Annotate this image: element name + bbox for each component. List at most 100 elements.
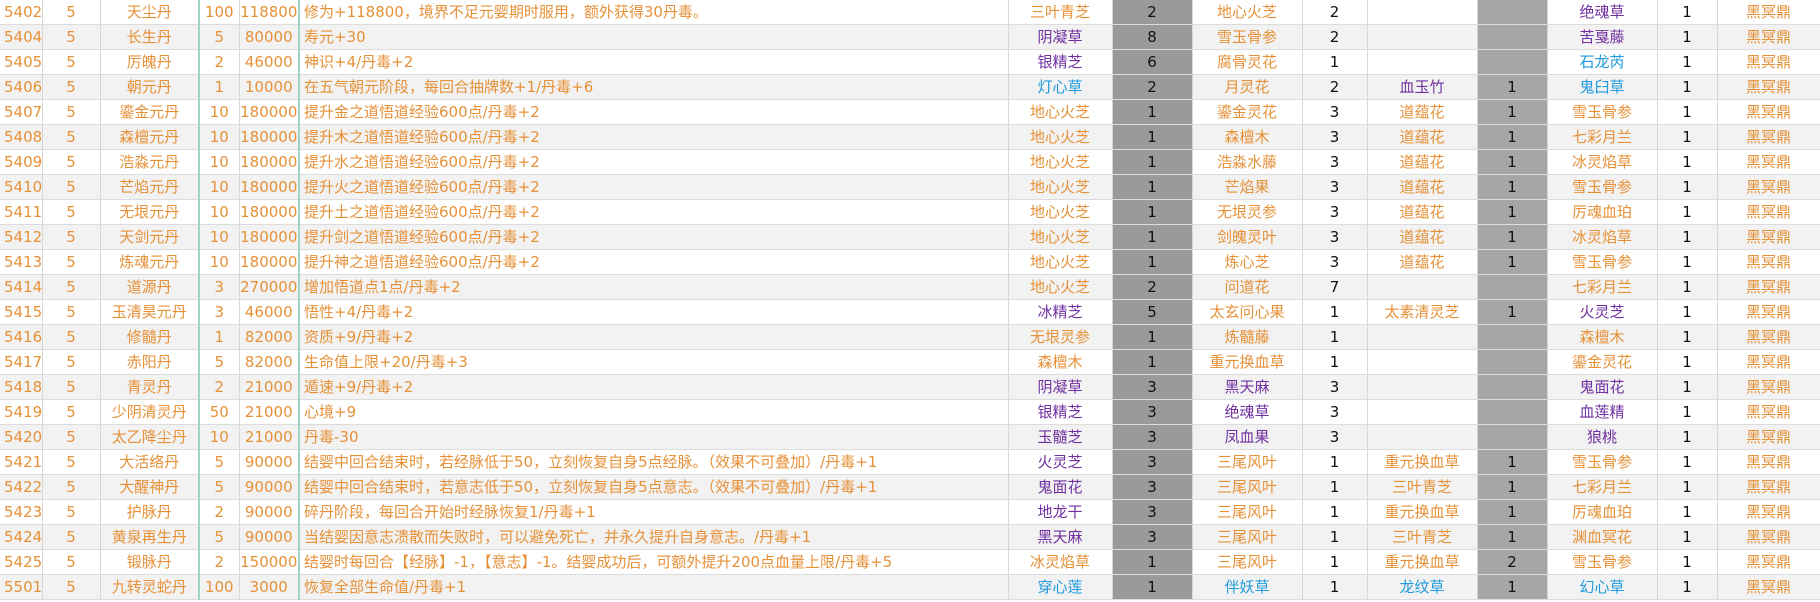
cell-herb-4[interactable]: 厉魂血珀	[1547, 199, 1658, 225]
cell-pill-name[interactable]: 赤阳丹	[100, 349, 200, 375]
cell-herb-3[interactable]	[1367, 24, 1478, 50]
cell-herb-3[interactable]: 道蕴花	[1367, 124, 1478, 150]
cell-herb-4[interactable]: 七彩月兰	[1547, 274, 1658, 300]
cell-herb-4[interactable]: 血莲精	[1547, 399, 1658, 425]
cell-herb-4[interactable]: 鬼面花	[1547, 374, 1658, 400]
cell-qty-2[interactable]: 1	[1302, 524, 1368, 550]
cell-id[interactable]: 5422	[0, 474, 43, 500]
cell-qty-3[interactable]: 1	[1477, 524, 1548, 550]
table-row[interactable]: 5417 5 赤阳丹 5 82000 生命值上限+20/丹毒+3 森檀木 1 重元换血草 1 鎏金灵…	[0, 349, 1820, 375]
cell-herb-4[interactable]: 狼桃	[1547, 424, 1658, 450]
cell-price[interactable]: 150000	[239, 549, 300, 575]
cell-cost[interactable]: 10	[199, 174, 240, 200]
cell-herb-4[interactable]: 雪玉骨参	[1547, 99, 1658, 125]
cell-qty-1[interactable]: 3	[1112, 499, 1193, 525]
cell-qty-4[interactable]: 1	[1657, 174, 1718, 200]
cell-pill-name[interactable]: 浩淼元丹	[100, 149, 200, 175]
cell-herb-2[interactable]: 芒焰果	[1192, 174, 1303, 200]
cell-herb-4[interactable]: 森檀木	[1547, 324, 1658, 350]
cell-furnace[interactable]: 黑冥鼎	[1717, 324, 1820, 350]
cell-qty-3[interactable]	[1477, 424, 1548, 450]
cell-grade[interactable]: 5	[42, 0, 101, 25]
cell-id[interactable]: 5421	[0, 449, 43, 475]
cell-qty-1[interactable]: 1	[1112, 199, 1193, 225]
table-row[interactable]: 5411 5 无垠元丹 10 180000 提升土之道悟道经验600点/丹毒+2 地心火芝 1…	[0, 199, 1820, 225]
cell-id[interactable]: 5420	[0, 424, 43, 450]
cell-qty-3[interactable]: 1	[1477, 224, 1548, 250]
cell-herb-2[interactable]: 黑天麻	[1192, 374, 1303, 400]
cell-herb-1[interactable]: 地心火芝	[1008, 274, 1113, 300]
cell-qty-1[interactable]: 1	[1112, 349, 1193, 375]
cell-furnace[interactable]: 黑冥鼎	[1717, 574, 1820, 600]
cell-price[interactable]: 90000	[239, 524, 300, 550]
cell-herb-3[interactable]: 重元换血草	[1367, 549, 1478, 575]
cell-herb-1[interactable]: 森檀木	[1008, 349, 1113, 375]
cell-herb-1[interactable]: 地心火芝	[1008, 149, 1113, 175]
cell-price[interactable]: 82000	[239, 349, 300, 375]
cell-herb-3[interactable]: 三叶青芝	[1367, 474, 1478, 500]
cell-herb-2[interactable]: 凤血果	[1192, 424, 1303, 450]
cell-qty-2[interactable]: 2	[1302, 0, 1368, 25]
cell-herb-1[interactable]: 穿心莲	[1008, 574, 1113, 600]
cell-pill-name[interactable]: 天尘丹	[100, 0, 200, 25]
cell-herb-2[interactable]: 剑魄灵叶	[1192, 224, 1303, 250]
cell-id[interactable]: 5416	[0, 324, 43, 350]
cell-id[interactable]: 5425	[0, 549, 43, 575]
cell-cost[interactable]: 2	[199, 49, 240, 75]
cell-herb-4[interactable]: 鬼臼草	[1547, 74, 1658, 100]
cell-qty-2[interactable]: 3	[1302, 399, 1368, 425]
cell-furnace[interactable]: 黑冥鼎	[1717, 299, 1820, 325]
cell-herb-3[interactable]: 重元换血草	[1367, 449, 1478, 475]
cell-herb-1[interactable]: 火灵芝	[1008, 449, 1113, 475]
cell-effect[interactable]: 寿元+30	[298, 24, 1009, 50]
cell-qty-4[interactable]: 1	[1657, 399, 1718, 425]
table-row[interactable]: 5407 5 鎏金元丹 10 180000 提升金之道悟道经验600点/丹毒+2 地心火芝 1…	[0, 99, 1820, 125]
table-row[interactable]: 5414 5 道源丹 3 270000 增加悟道点1点/丹毒+2 地心火芝 2 问道花 7 七彩月兰…	[0, 274, 1820, 300]
cell-effect[interactable]: 提升木之道悟道经验600点/丹毒+2	[298, 124, 1009, 150]
cell-qty-4[interactable]: 1	[1657, 324, 1718, 350]
cell-pill-name[interactable]: 少阴清灵丹	[100, 399, 200, 425]
table-row[interactable]: 5501 5 九转灵蛇丹 100 3000 恢复全部生命值/丹毒+1 穿心莲 1 伴妖草 1 龙纹草…	[0, 574, 1820, 600]
table-row[interactable]: 5408 5 森檀元丹 10 180000 提升木之道悟道经验600点/丹毒+2 地心火芝 1…	[0, 124, 1820, 150]
cell-effect[interactable]: 提升金之道悟道经验600点/丹毒+2	[298, 99, 1009, 125]
cell-cost[interactable]: 10	[199, 224, 240, 250]
cell-effect[interactable]: 资质+9/丹毒+2	[298, 324, 1009, 350]
cell-qty-4[interactable]: 1	[1657, 99, 1718, 125]
cell-furnace[interactable]: 黑冥鼎	[1717, 424, 1820, 450]
cell-qty-1[interactable]: 5	[1112, 299, 1193, 325]
cell-herb-3[interactable]	[1367, 49, 1478, 75]
cell-qty-4[interactable]: 1	[1657, 274, 1718, 300]
cell-pill-name[interactable]: 道源丹	[100, 274, 200, 300]
cell-herb-4[interactable]: 绝魂草	[1547, 0, 1658, 25]
cell-grade[interactable]: 5	[42, 499, 101, 525]
cell-herb-1[interactable]: 冰精芝	[1008, 299, 1113, 325]
cell-herb-1[interactable]: 地心火芝	[1008, 249, 1113, 275]
cell-cost[interactable]: 1	[199, 74, 240, 100]
cell-id[interactable]: 5402	[0, 0, 43, 25]
cell-effect[interactable]: 提升神之道悟道经验600点/丹毒+2	[298, 249, 1009, 275]
table-row[interactable]: 5416 5 修髓丹 1 82000 资质+9/丹毒+2 无垠灵参 1 炼髓藤 1 森檀木 1 黑冥鼎	[0, 324, 1820, 350]
cell-effect[interactable]: 悟性+4/丹毒+2	[298, 299, 1009, 325]
cell-herb-2[interactable]: 雪玉骨参	[1192, 24, 1303, 50]
cell-qty-2[interactable]: 1	[1302, 474, 1368, 500]
cell-qty-3[interactable]: 1	[1477, 74, 1548, 100]
cell-id[interactable]: 5417	[0, 349, 43, 375]
table-row[interactable]: 5424 5 黄泉再生丹 5 90000 当结婴因意志溃散而失败时，可以避免死亡，并永久提…	[0, 524, 1820, 550]
cell-qty-1[interactable]: 1	[1112, 549, 1193, 575]
cell-qty-2[interactable]: 2	[1302, 24, 1368, 50]
cell-herb-4[interactable]: 冰灵焰草	[1547, 224, 1658, 250]
table-row[interactable]: 5402 5 天尘丹 100 118800 修为+118800，境界不足元婴期时服用，额外…	[0, 0, 1820, 25]
cell-price[interactable]: 180000	[239, 149, 300, 175]
cell-furnace[interactable]: 黑冥鼎	[1717, 549, 1820, 575]
cell-qty-3[interactable]: 2	[1477, 549, 1548, 575]
cell-price[interactable]: 90000	[239, 474, 300, 500]
cell-pill-name[interactable]: 青灵丹	[100, 374, 200, 400]
cell-qty-4[interactable]: 1	[1657, 24, 1718, 50]
cell-qty-1[interactable]: 1	[1112, 249, 1193, 275]
cell-id[interactable]: 5501	[0, 574, 43, 600]
cell-cost[interactable]: 3	[199, 299, 240, 325]
cell-grade[interactable]: 5	[42, 99, 101, 125]
cell-herb-1[interactable]: 玉髓芝	[1008, 424, 1113, 450]
cell-furnace[interactable]: 黑冥鼎	[1717, 174, 1820, 200]
cell-herb-4[interactable]: 雪玉骨参	[1547, 549, 1658, 575]
